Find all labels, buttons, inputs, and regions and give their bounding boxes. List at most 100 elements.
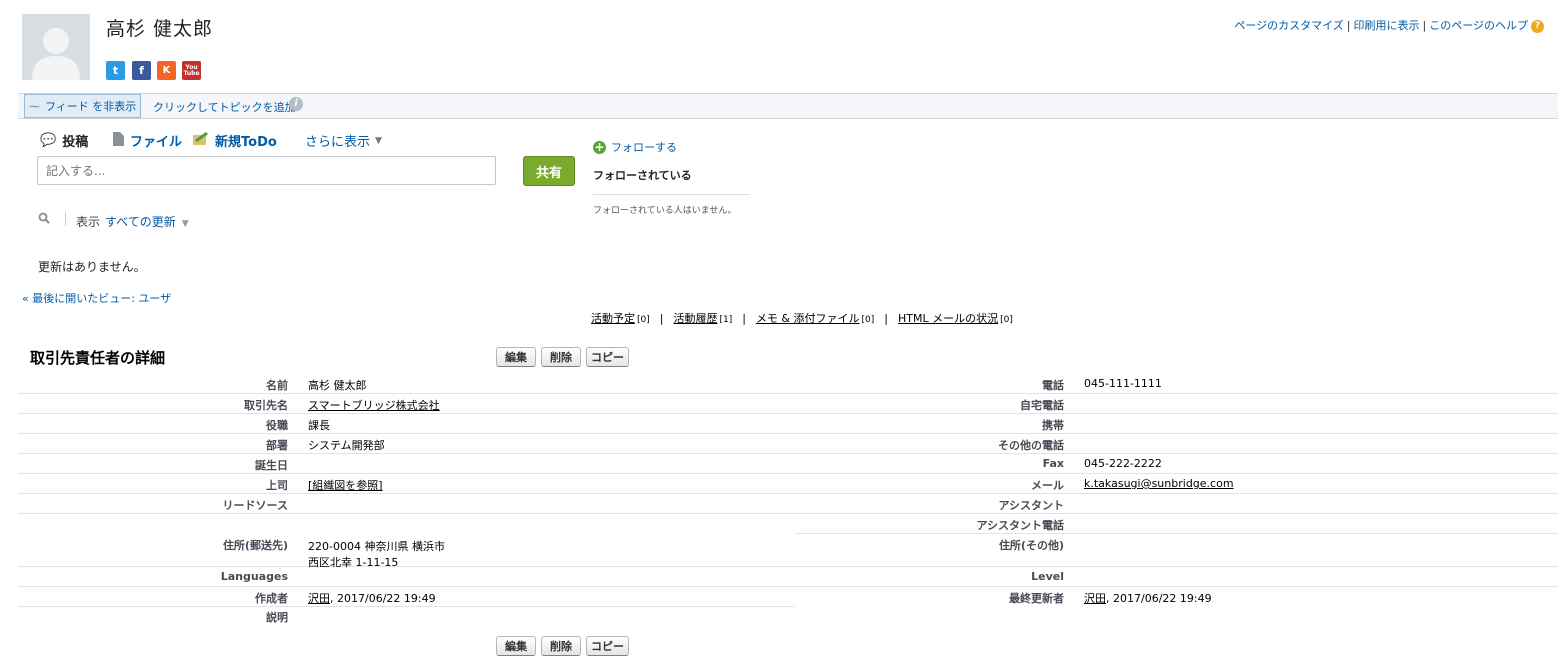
field-value: 課長: [308, 417, 330, 433]
field-text: システム開発部: [308, 439, 385, 452]
field-value: 220-0004 神奈川県 横浜市 西区北幸 1-11-15: [308, 538, 445, 570]
edit-button[interactable]: 編集: [496, 347, 536, 367]
field-label: 名前: [266, 379, 288, 392]
field-label: 役職: [266, 419, 288, 432]
detail-row-divider: [18, 493, 1558, 494]
link-separator: |: [1346, 19, 1351, 32]
tab-more-label: さらに表示: [305, 135, 371, 150]
tab-todo-label: 新規ToDo: [215, 135, 277, 150]
field-label: 住所(郵送先): [222, 539, 288, 552]
related-link-open-activities[interactable]: 活動予定: [591, 312, 635, 325]
detail-row-divider: [18, 413, 1558, 414]
profile-avatar: [22, 14, 90, 80]
field-value[interactable]: [組織図を参照]: [308, 477, 383, 493]
chevron-down-icon: ▼: [375, 135, 382, 146]
youtube-icon[interactable]: You Tube: [182, 61, 201, 80]
customize-page-link[interactable]: ページのカスタマイズ: [1234, 19, 1343, 32]
search-icon[interactable]: [38, 212, 50, 227]
field-label: アシスタント電話: [976, 519, 1064, 532]
share-button[interactable]: 共有: [523, 156, 575, 186]
field-label: Fax: [1042, 457, 1064, 470]
field-link[interactable]: [組織図を参照]: [308, 479, 383, 492]
field-label: 作成者: [255, 592, 288, 605]
related-link-count: [0]: [861, 315, 875, 325]
tab-post[interactable]: 💬 投稿: [40, 131, 88, 150]
followers-heading: フォローされている: [593, 169, 692, 182]
field-link[interactable]: k.takasugi@sunbridge.com: [1084, 477, 1234, 490]
field-label: 自宅電話: [1020, 399, 1064, 412]
page-help-link[interactable]: このページのヘルプ: [1429, 19, 1528, 32]
field-value: システム開発部: [308, 437, 385, 453]
twitter-icon[interactable]: t: [106, 61, 125, 80]
no-updates-text: 更新はありません。: [38, 260, 146, 274]
add-topic-link[interactable]: クリックしてトピックを追加:: [153, 99, 299, 115]
field-text: 課長: [308, 419, 330, 432]
filter-divider: [65, 212, 66, 226]
detail-row-divider: [18, 473, 1558, 474]
field-label: 携帯: [1042, 419, 1064, 432]
field-label: 部署: [266, 439, 288, 452]
tab-file-label: ファイル: [130, 135, 183, 150]
last-view-link[interactable]: « 最後に開いたビュー: ユーザ: [22, 290, 171, 306]
person-silhouette-icon: [22, 14, 90, 80]
field-label: Languages: [220, 570, 288, 583]
copy-button-bottom[interactable]: コピー: [586, 636, 629, 656]
field-value[interactable]: 沢田, 2017/06/22 19:49: [1084, 590, 1212, 606]
follow-link[interactable]: + フォローする: [593, 139, 677, 155]
field-label: アシスタント: [998, 499, 1064, 512]
delete-button-bottom[interactable]: 削除: [541, 636, 581, 656]
user-link[interactable]: 沢田: [1084, 592, 1106, 605]
speech-bubble-icon: 💬: [40, 133, 57, 148]
delete-button[interactable]: 削除: [541, 347, 581, 367]
field-value[interactable]: スマートブリッジ株式会社: [308, 397, 440, 413]
field-link[interactable]: スマートブリッジ株式会社: [308, 399, 440, 412]
field-text: 045-111-1111: [1084, 377, 1162, 390]
timestamp: , 2017/06/22 19:49: [1106, 592, 1212, 605]
related-link-count: [0]: [1000, 315, 1013, 325]
detail-row-divider: [795, 533, 1558, 534]
field-value[interactable]: 沢田, 2017/06/22 19:49: [308, 590, 436, 606]
field-label: メール: [1031, 479, 1064, 492]
feed-filter: 表示 すべての更新 ▼: [76, 213, 189, 230]
related-link-activity-history[interactable]: 活動履歴: [673, 312, 717, 325]
info-icon[interactable]: i: [289, 97, 303, 111]
facebook-icon[interactable]: f: [132, 61, 151, 80]
help-icon[interactable]: ?: [1531, 19, 1544, 33]
link-separator: |: [1422, 19, 1427, 32]
field-value: 045-111-1111: [1084, 377, 1162, 390]
field-label: 住所(その他): [998, 539, 1064, 552]
post-input[interactable]: [37, 156, 496, 185]
related-link-html-email-status[interactable]: HTML メールの状況: [898, 312, 998, 325]
tab-more[interactable]: さらに表示 ▼: [305, 131, 382, 150]
field-label: 誕生日: [255, 459, 288, 472]
field-label: その他の電話: [998, 439, 1064, 452]
detail-row-divider: [18, 586, 1558, 587]
contact-name-heading: 高杉 健太郎: [106, 18, 214, 40]
feed-filter-dropdown[interactable]: すべての更新: [105, 215, 176, 229]
page-links: ページのカスタマイズ | 印刷用に表示 | このページのヘルプ?: [1234, 17, 1544, 33]
hide-feed-button[interactable]: ⁓ フィード を非表示: [24, 94, 142, 118]
no-followers-text: フォローされている人はいません。: [593, 206, 737, 216]
klout-icon[interactable]: K: [157, 61, 176, 80]
tab-file[interactable]: ファイル: [113, 131, 182, 150]
edit-button-bottom[interactable]: 編集: [496, 636, 536, 656]
related-link-notes-attachments[interactable]: メモ & 添付ファイル: [756, 312, 860, 325]
field-label: Level: [1031, 570, 1064, 583]
chevron-down-icon[interactable]: ▼: [182, 219, 189, 229]
field-label: 説明: [266, 611, 288, 624]
field-label: 最終更新者: [1009, 592, 1064, 605]
hide-feed-label: フィード を非表示: [45, 100, 137, 113]
printable-view-link[interactable]: 印刷用に表示: [1354, 19, 1420, 32]
related-link-count: [0]: [637, 315, 650, 325]
field-value[interactable]: k.takasugi@sunbridge.com: [1084, 477, 1234, 490]
field-label: リードソース: [222, 499, 288, 512]
detail-section-title: 取引先責任者の詳細: [30, 349, 166, 367]
detail-row-divider: [18, 393, 1558, 394]
tab-new-todo[interactable]: 新規ToDo: [193, 131, 277, 150]
address-line: 220-0004 神奈川県 横浜市: [308, 540, 445, 553]
followers-divider: [593, 194, 750, 195]
copy-button[interactable]: コピー: [586, 347, 629, 367]
file-icon: [113, 131, 124, 150]
user-link[interactable]: 沢田: [308, 592, 330, 605]
plus-icon: +: [593, 139, 606, 154]
